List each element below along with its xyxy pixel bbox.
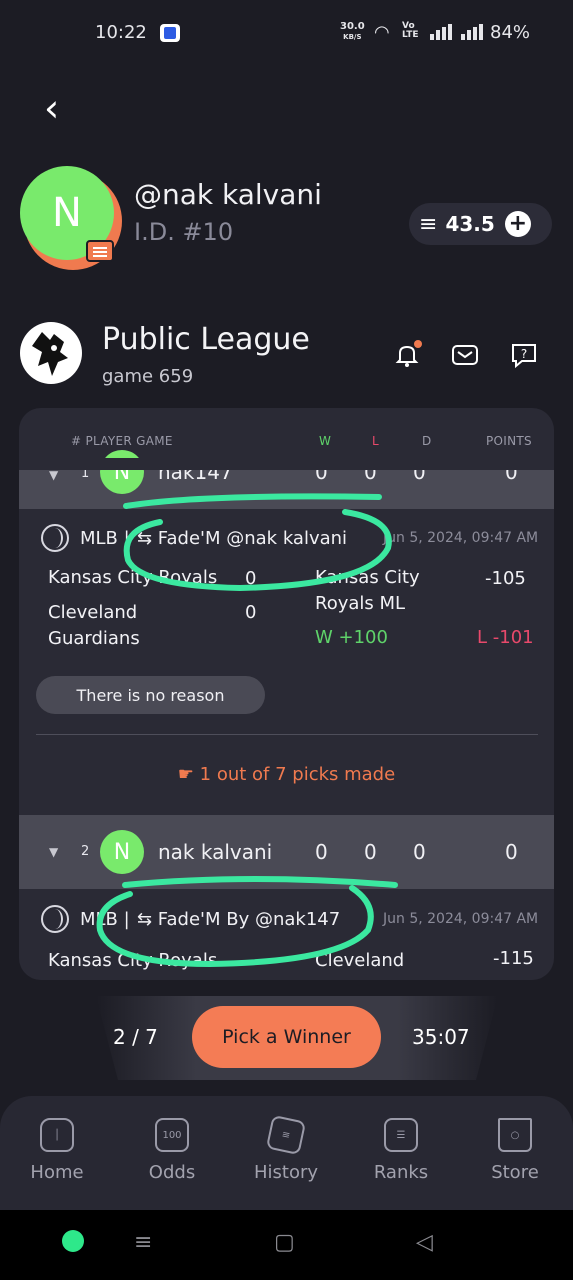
home-icon: │ bbox=[40, 1118, 74, 1152]
ticket-icon: ≡ bbox=[419, 211, 438, 237]
ranks-icon: ☰ bbox=[384, 1118, 418, 1152]
system-nav-bar: ≡ ▢ ◁ bbox=[0, 1210, 573, 1280]
recent-apps-icon[interactable]: ≡ bbox=[134, 1230, 152, 1255]
expand-caret-icon[interactable]: ▼ bbox=[49, 468, 58, 482]
header-draws: D bbox=[422, 434, 432, 448]
status-time: 10:22 bbox=[95, 22, 147, 43]
home-system-icon[interactable]: ▢ bbox=[274, 1230, 295, 1255]
standings-card: # PLAYER GAME W L D POINTS ▼ 1 N nak147 … bbox=[19, 408, 554, 980]
battery-level: 84% bbox=[490, 22, 531, 43]
pick-date: Jun 5, 2024, 09:47 AM bbox=[383, 530, 539, 546]
pick-a-winner-button[interactable]: Pick a Winner bbox=[192, 1006, 381, 1068]
win-payout: W +100 bbox=[315, 627, 388, 648]
odds-icon: 100 bbox=[155, 1118, 189, 1152]
header-wins: W bbox=[319, 434, 332, 448]
divider bbox=[36, 734, 538, 735]
help-icon[interactable]: ? bbox=[509, 340, 539, 370]
pick-selection: Cleveland bbox=[315, 950, 405, 971]
avatar: N bbox=[100, 830, 144, 874]
notification-app-icon bbox=[160, 24, 180, 42]
username: @nak kalvani bbox=[134, 178, 322, 211]
league-title: Public League bbox=[102, 322, 310, 357]
pick-league: MLB | bbox=[80, 909, 130, 930]
history-icon: ≡ bbox=[265, 1114, 307, 1156]
table-row[interactable]: ▼ 2 N nak kalvani 0 0 0 0 bbox=[19, 815, 554, 889]
avatar-badge-icon bbox=[86, 240, 114, 262]
assistant-dot-icon[interactable] bbox=[62, 1230, 84, 1252]
pick-selection: Kansas City Royals ML bbox=[315, 567, 420, 614]
team-away: Kansas City Royals bbox=[48, 567, 218, 588]
network-speed: 30.0 KB/S bbox=[340, 21, 365, 42]
player-name: nak kalvani bbox=[158, 840, 273, 864]
countdown-timer: 35:07 bbox=[412, 1025, 470, 1049]
coin-balance[interactable]: ≡ 43.5 + bbox=[409, 203, 552, 245]
picks-progress: 2 / 7 bbox=[113, 1025, 158, 1049]
expand-caret-icon[interactable]: ▼ bbox=[49, 845, 58, 859]
pick-date: Jun 5, 2024, 09:47 AM bbox=[383, 911, 539, 927]
nav-ranks[interactable]: ☰ Ranks bbox=[351, 1118, 451, 1183]
back-system-icon[interactable]: ◁ bbox=[416, 1230, 433, 1255]
stat-losses: 0 bbox=[364, 840, 377, 864]
wifi-icon: ◠ bbox=[374, 22, 390, 43]
fade-label: ⇆ Fade'M @nak kalvani bbox=[137, 528, 348, 549]
svg-text:?: ? bbox=[521, 347, 527, 361]
signal-icon bbox=[430, 24, 452, 40]
nav-odds[interactable]: 100 Odds bbox=[122, 1118, 222, 1183]
team-home: Cleveland Guardians bbox=[48, 602, 140, 649]
score-home: 0 bbox=[245, 602, 257, 623]
pick-odds: -115 bbox=[493, 948, 534, 969]
score-away: 0 bbox=[245, 568, 257, 589]
fade-label: ⇆ Fade'M By @nak147 bbox=[137, 909, 341, 930]
cart-icon: ○ bbox=[498, 1118, 532, 1152]
volte-indicator: Vo LTE bbox=[402, 21, 419, 40]
header-mask bbox=[19, 458, 554, 470]
signal-icon bbox=[461, 24, 483, 40]
status-bar: 10:22 30.0 KB/S ◠ Vo LTE 84% bbox=[0, 0, 573, 66]
stat-points: 0 bbox=[505, 840, 518, 864]
header-points: POINTS bbox=[486, 434, 532, 448]
team-away: Kansas City Royals bbox=[48, 950, 218, 971]
nav-home[interactable]: │ Home bbox=[7, 1118, 107, 1183]
message-icon[interactable] bbox=[450, 340, 480, 370]
pick-league: MLB | bbox=[80, 528, 130, 549]
league-logo bbox=[20, 322, 82, 384]
header-player-game: # PLAYER GAME bbox=[71, 434, 173, 448]
coin-amount: 43.5 bbox=[445, 212, 495, 236]
back-button[interactable]: ‹ bbox=[44, 88, 74, 128]
reason-pill[interactable]: There is no reason bbox=[36, 676, 265, 714]
table-row[interactable]: ▼ 1 N nak147 0 0 0 0 bbox=[19, 450, 554, 509]
nav-store[interactable]: ○ Store bbox=[465, 1118, 565, 1183]
league-game: game 659 bbox=[102, 366, 194, 387]
user-id: I.D. #10 bbox=[134, 218, 234, 246]
header-losses: L bbox=[372, 434, 379, 448]
bottom-nav: │ Home 100 Odds ≡ History ☰ Ranks ○ Stor… bbox=[0, 1096, 573, 1210]
pick-odds: -105 bbox=[485, 568, 526, 589]
avatar: N bbox=[100, 450, 144, 494]
baseball-icon bbox=[41, 905, 69, 933]
notification-dot bbox=[414, 340, 422, 348]
bell-icon[interactable] bbox=[392, 340, 422, 370]
loss-payout: L -101 bbox=[477, 627, 534, 648]
stat-wins: 0 bbox=[315, 840, 328, 864]
baseball-icon bbox=[41, 524, 69, 552]
add-coins-icon[interactable]: + bbox=[504, 211, 531, 237]
stat-draws: 0 bbox=[413, 840, 426, 864]
nav-history[interactable]: ≡ History bbox=[236, 1114, 336, 1183]
picks-made-status: ☛ 1 out of 7 picks made bbox=[177, 764, 396, 785]
